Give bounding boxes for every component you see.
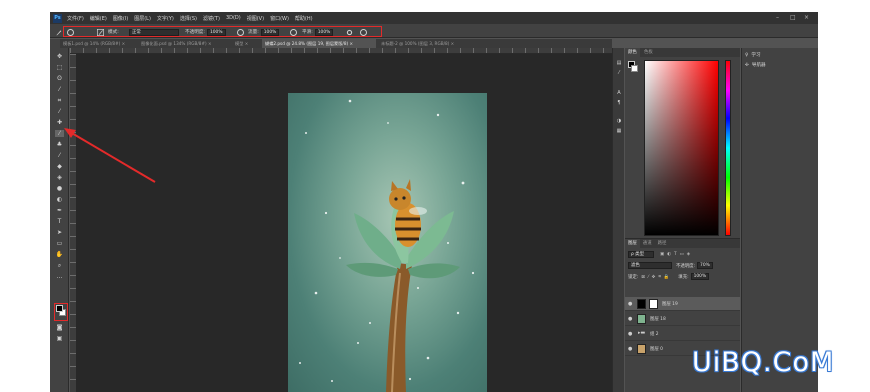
annotation-arrow: [64, 128, 156, 183]
watermark-logo: UiBQ.CoM: [692, 347, 835, 378]
